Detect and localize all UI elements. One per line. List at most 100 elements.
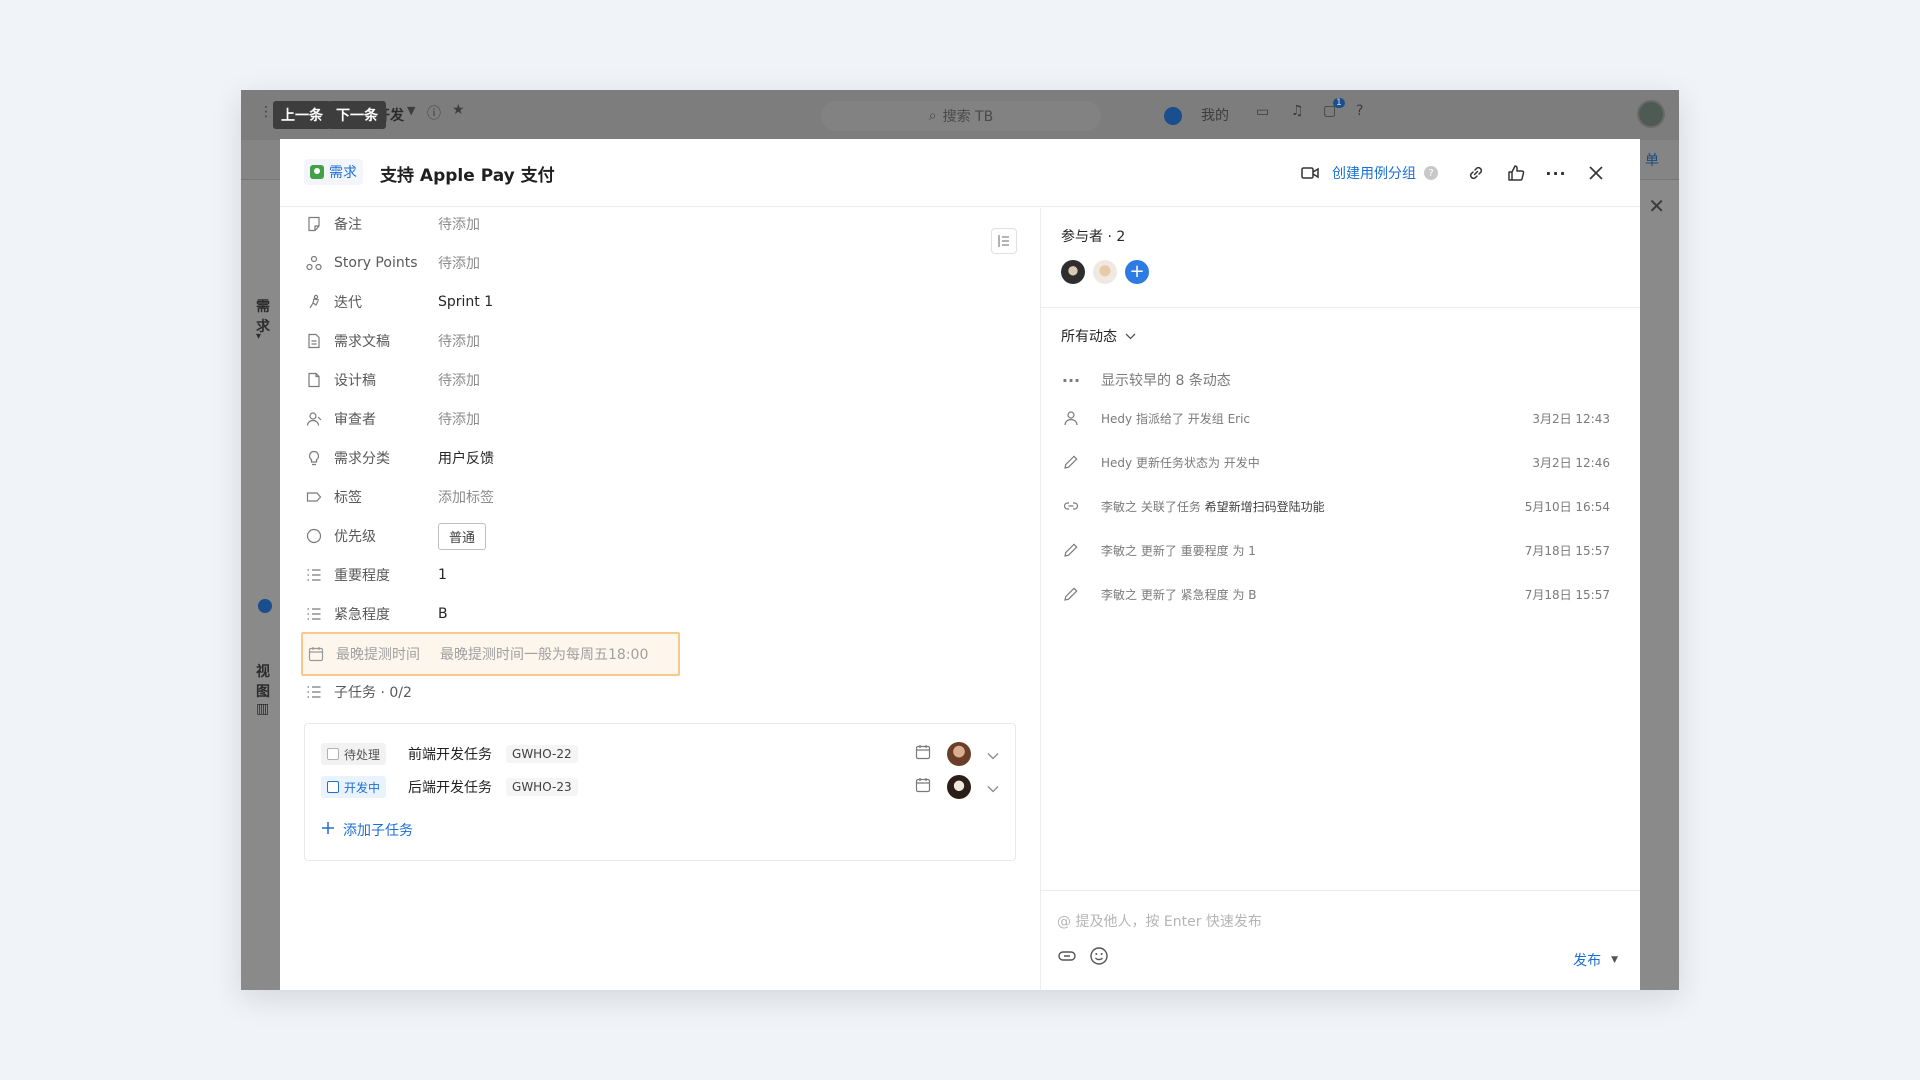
add-participant-icon[interactable]: + bbox=[1125, 260, 1149, 284]
mine-menu[interactable]: 我的 bbox=[1201, 105, 1229, 125]
pencil-icon bbox=[1061, 454, 1081, 470]
field-priority[interactable]: 优先级 普通 bbox=[304, 520, 944, 552]
background-sidebar: 需求 ▾ 视图 ▥ bbox=[241, 181, 281, 990]
activity-filter[interactable]: 所有动态 bbox=[1061, 326, 1136, 346]
left-label-view: 视图 bbox=[256, 664, 270, 700]
subtask-row[interactable]: 待处理 前端开发任务 GWHO-22 bbox=[321, 739, 999, 769]
field-req-doc[interactable]: 需求文稿 待添加 bbox=[304, 325, 944, 357]
calendar-icon[interactable] bbox=[915, 744, 931, 764]
linked-task-link[interactable]: 希望新增扫码登陆功能 bbox=[1205, 500, 1325, 514]
priority-select[interactable]: 普通 bbox=[438, 522, 487, 550]
activity-item: Hedy 指派给了 开发组 Eric 3月2日 12:43 bbox=[1061, 406, 1610, 430]
assignee-avatar[interactable] bbox=[947, 742, 971, 766]
user-avatar[interactable] bbox=[1637, 100, 1665, 128]
status-label: 待处理 bbox=[344, 747, 381, 762]
more-icon[interactable]: ··· bbox=[1536, 164, 1576, 183]
field-value[interactable]: B bbox=[438, 606, 448, 622]
calendar-icon[interactable]: ▭ bbox=[1256, 104, 1269, 120]
field-category[interactable]: 需求分类 用户反馈 bbox=[304, 442, 944, 474]
subtask-name[interactable]: 后端开发任务 bbox=[408, 777, 492, 797]
chevron-down-icon[interactable]: ▼ bbox=[407, 104, 415, 117]
subtask-actions bbox=[915, 772, 999, 802]
field-value[interactable]: 待添加 bbox=[438, 253, 480, 273]
comment-box[interactable]: @ 提及他人，按 Enter 快速发布 发布 ▼ bbox=[1041, 890, 1640, 990]
field-tags[interactable]: 标签 添加标签 bbox=[304, 481, 944, 513]
field-value[interactable]: 用户反馈 bbox=[438, 448, 494, 468]
comment-input[interactable]: @ 提及他人，按 Enter 快速发布 bbox=[1057, 911, 1262, 931]
calendar-icon[interactable] bbox=[915, 777, 931, 797]
video-icon[interactable] bbox=[1300, 166, 1320, 180]
user-icon bbox=[1061, 410, 1081, 426]
star-icon[interactable]: ★ bbox=[452, 102, 465, 118]
activity-text: 李敏之 关联了任务 希望新增扫码登陆功能 bbox=[1101, 498, 1325, 515]
activity-item: 李敏之 关联了任务 希望新增扫码登陆功能 5月10日 16:54 bbox=[1061, 494, 1610, 518]
attachment-icon[interactable] bbox=[1057, 946, 1077, 970]
field-story-points[interactable]: Story Points 待添加 bbox=[304, 247, 944, 279]
subtask-status[interactable]: 开发中 bbox=[321, 776, 387, 798]
field-importance[interactable]: 重要程度 1 bbox=[304, 559, 944, 591]
activity-time: 5月10日 16:54 bbox=[1524, 499, 1610, 514]
subtask-row[interactable]: 开发中 后端开发任务 GWHO-23 bbox=[321, 772, 999, 802]
help-icon[interactable]: ? bbox=[1356, 103, 1363, 119]
requirement-icon bbox=[310, 165, 324, 179]
emoji-icon[interactable] bbox=[1089, 946, 1109, 970]
show-earlier-activity[interactable]: ··· 显示较早的 8 条动态 bbox=[1061, 368, 1610, 392]
type-tag[interactable]: 需求 bbox=[304, 159, 363, 185]
columns-icon[interactable]: ▥ bbox=[256, 701, 269, 717]
field-value[interactable]: Sprint 1 bbox=[438, 294, 493, 310]
field-sprint[interactable]: 迭代 Sprint 1 bbox=[304, 286, 944, 318]
create-case-group-link[interactable]: 创建用例分组 bbox=[1332, 163, 1416, 183]
add-subtask-button[interactable]: 添加子任务 bbox=[321, 820, 413, 840]
right-link[interactable]: 单 bbox=[1645, 150, 1659, 170]
link-icon[interactable] bbox=[1456, 164, 1496, 182]
participant-avatar[interactable] bbox=[1061, 260, 1085, 284]
add-tag-link[interactable]: 添加标签 bbox=[438, 487, 494, 507]
header-actions: 创建用例分组 ? ··· bbox=[1300, 139, 1616, 207]
caret-down-icon[interactable]: ▼ bbox=[1611, 955, 1618, 965]
bell-icon[interactable]: ♫ bbox=[1291, 103, 1304, 119]
field-value[interactable]: 待添加 bbox=[438, 214, 480, 234]
subtasks-label: 子任务 · 0/2 bbox=[334, 685, 412, 701]
close-icon[interactable] bbox=[1576, 166, 1616, 180]
prev-item-button[interactable]: 上一条 bbox=[273, 101, 331, 129]
field-subtasks: 子任务 · 0/2 bbox=[304, 676, 944, 708]
left-label-req: 需求 bbox=[256, 299, 270, 335]
participant-avatar[interactable] bbox=[1093, 260, 1117, 284]
field-latest-test-time[interactable]: 最晚提测时间 最晚提测时间一般为每周五18:00 bbox=[301, 632, 680, 676]
subtask-status[interactable]: 待处理 bbox=[321, 743, 387, 765]
field-value[interactable]: 待添加 bbox=[438, 331, 480, 351]
caret-icon[interactable]: ▾ bbox=[256, 331, 261, 342]
add-icon[interactable] bbox=[258, 599, 272, 613]
field-value[interactable]: 最晚提测时间一般为每周五18:00 bbox=[440, 644, 648, 664]
task-title[interactable]: 支持 Apple Pay 支付 bbox=[380, 161, 555, 186]
layout-toggle-icon[interactable] bbox=[991, 228, 1017, 254]
field-value[interactable]: 待添加 bbox=[438, 370, 480, 390]
show-more-label: 显示较早的 8 条动态 bbox=[1101, 373, 1231, 389]
chevron-down-icon[interactable] bbox=[987, 778, 999, 797]
task-detail-modal: 需求 支持 Apple Pay 支付 创建用例分组 ? ··· 备注 待添加 S… bbox=[280, 139, 1640, 990]
next-item-button[interactable]: 下一条 bbox=[328, 101, 386, 129]
add-global-icon[interactable] bbox=[1164, 107, 1182, 125]
subtask-name[interactable]: 前端开发任务 bbox=[408, 744, 492, 764]
field-value[interactable]: 待添加 bbox=[438, 409, 480, 429]
type-tag-label: 需求 bbox=[329, 165, 357, 181]
field-urgency[interactable]: 紧急程度 B bbox=[304, 598, 944, 630]
field-value[interactable]: 1 bbox=[438, 567, 447, 583]
subtask-actions bbox=[915, 739, 999, 769]
close-panel-icon[interactable]: ✕ bbox=[1648, 194, 1665, 218]
help-icon[interactable]: ? bbox=[1424, 166, 1438, 180]
info-icon[interactable]: ⓘ bbox=[427, 103, 441, 123]
publish-button[interactable]: 发布 ▼ bbox=[1573, 950, 1618, 970]
assignee-avatar[interactable] bbox=[947, 775, 971, 799]
field-label: 审查者 bbox=[334, 412, 376, 428]
field-note[interactable]: 备注 待添加 bbox=[304, 208, 944, 240]
field-label: 迭代 bbox=[334, 295, 362, 311]
activity-time: 3月2日 12:43 bbox=[1532, 411, 1610, 426]
global-search[interactable]: ⌕ 搜索 TB bbox=[821, 101, 1101, 131]
thumbs-up-icon[interactable] bbox=[1496, 164, 1536, 182]
checkbox-icon[interactable] bbox=[327, 748, 339, 760]
field-design[interactable]: 设计稿 待添加 bbox=[304, 364, 944, 396]
checkbox-icon[interactable] bbox=[327, 781, 339, 793]
field-reviewer[interactable]: 审查者 待添加 bbox=[304, 403, 944, 435]
chevron-down-icon[interactable] bbox=[987, 745, 999, 764]
